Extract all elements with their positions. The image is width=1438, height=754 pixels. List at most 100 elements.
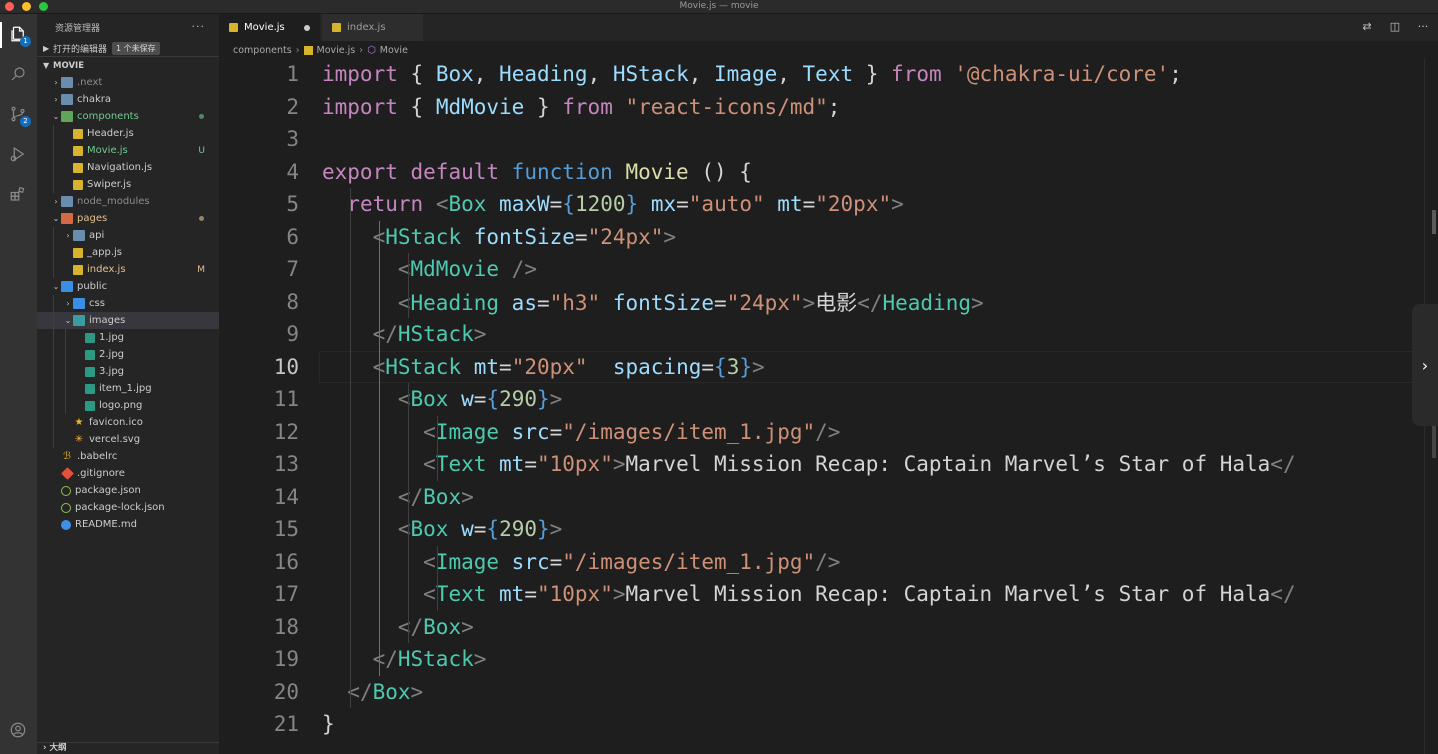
tree-item[interactable]: ⌄ components — [37, 108, 219, 125]
code-line[interactable]: 20 </Box> — [219, 676, 1438, 709]
tree-item[interactable]: Swiper.js — [37, 176, 219, 193]
tree-item[interactable]: ✳ vercel.svg — [37, 431, 219, 448]
code-line[interactable]: 2 import { MdMovie } from "react-icons/md… — [219, 91, 1438, 124]
code-line[interactable]: 14 </Box> — [219, 481, 1438, 514]
breadcrumb-item[interactable]: Movie — [380, 45, 408, 56]
code-line[interactable]: 9 </HStack> — [219, 318, 1438, 351]
explorer-more-button[interactable]: ··· — [192, 20, 206, 33]
code-token: "20px" — [815, 192, 892, 217]
tree-item[interactable]: › node_modules — [37, 193, 219, 210]
code-token: Image — [435, 419, 512, 444]
code-token: = — [524, 582, 537, 607]
code-line[interactable]: 5 return <Box maxW={1200} mx="auto" mt="… — [219, 188, 1438, 221]
code-line[interactable]: 15 <Box w={290}> — [219, 513, 1438, 546]
explorer-icon[interactable]: 1 — [8, 24, 31, 47]
account-icon[interactable] — [8, 720, 28, 740]
tree-item[interactable]: ★ favicon.ico — [37, 414, 219, 431]
tree-item[interactable]: package-lock.json — [37, 499, 219, 516]
code-line[interactable]: 8 <Heading as="h3" fontSize="24px">电影</H… — [219, 286, 1438, 319]
tree-item[interactable]: index.js M — [37, 261, 219, 278]
tab-index-js[interactable]: index.js — [322, 14, 424, 41]
code-line[interactable]: 17 <Text mt="10px">Marvel Mission Recap:… — [219, 578, 1438, 611]
code-line[interactable]: 10 <HStack mt="20px" spacing={3}> — [219, 350, 1438, 384]
indent-guide — [350, 188, 351, 708]
unsaved-dot-icon[interactable] — [304, 25, 310, 31]
image-file-icon — [85, 400, 95, 411]
tree-item[interactable]: ⌄ images — [37, 312, 219, 329]
line-number: 7 — [286, 257, 299, 282]
code-token: Heading — [499, 62, 588, 87]
code-editor[interactable]: 1 import { Box, Heading, HStack, Image, T… — [219, 58, 1438, 754]
tree-item-label: README.md — [75, 519, 138, 530]
tree-item[interactable]: ⌄ pages — [37, 210, 219, 227]
js-file-icon — [332, 23, 341, 32]
code-token: = — [549, 549, 563, 574]
code-token: Box — [435, 62, 474, 87]
line-number: 20 — [273, 679, 299, 704]
breadcrumb-item[interactable]: components — [233, 45, 292, 56]
tree-item[interactable]: › api — [37, 227, 219, 244]
tree-item[interactable]: › css — [37, 295, 219, 312]
open-editors-section[interactable]: ▶ 打开的编辑器 1 个未保存 — [37, 40, 219, 57]
code-line[interactable]: 16 <Image src="/images/item_1.jpg"/> — [219, 546, 1438, 579]
outline-section[interactable]: › 大纲 — [37, 742, 219, 754]
image-file-icon — [85, 349, 95, 360]
code-line[interactable]: 11 <Box w={290}> — [219, 383, 1438, 416]
tab-movie-js[interactable]: Movie.js — [219, 14, 321, 41]
tree-item[interactable]: Movie.js U — [37, 142, 219, 159]
tree-item[interactable]: .gitignore — [37, 465, 219, 482]
code-token: Image — [435, 549, 512, 574]
tree-item-label: Navigation.js — [87, 162, 153, 173]
compare-changes-icon[interactable]: ⇄ — [1360, 20, 1374, 33]
code-token: mx — [650, 192, 677, 217]
run-debug-icon[interactable] — [8, 144, 28, 164]
code-line[interactable]: 19 </HStack> — [219, 643, 1438, 676]
code-token: < — [435, 192, 449, 217]
code-token: spacing — [612, 354, 702, 379]
source-control-icon[interactable]: 2 — [8, 104, 31, 127]
line-number: 17 — [273, 582, 299, 607]
tree-item[interactable]: Navigation.js — [37, 159, 219, 176]
tree-item[interactable]: Header.js — [37, 125, 219, 142]
code-token: from — [891, 62, 955, 87]
more-actions-icon[interactable]: ··· — [1416, 20, 1430, 33]
breadcrumb-item[interactable]: Movie.js — [317, 45, 356, 56]
code-text: <HStack mt="20px" spacing={3}> — [322, 355, 765, 379]
code-text: </Box> — [322, 485, 474, 509]
tree-item[interactable]: ⌄ public — [37, 278, 219, 295]
folder-icon — [73, 230, 85, 241]
code-token: export — [322, 159, 411, 184]
code-line[interactable]: 7 <MdMovie /> — [219, 253, 1438, 286]
tree-item[interactable]: › .next — [37, 74, 219, 91]
chevron-right-icon[interactable]: › — [1412, 304, 1438, 426]
code-line[interactable]: 18 </Box> — [219, 611, 1438, 644]
explorer-badge: 1 — [20, 36, 31, 47]
tree-item[interactable]: ℬ .babelrc — [37, 448, 219, 465]
code-line[interactable]: 21} — [219, 708, 1438, 741]
code-line[interactable]: 3 — [219, 123, 1438, 156]
code-token: { — [714, 354, 727, 379]
code-line[interactable]: 12 <Image src="/images/item_1.jpg"/> — [219, 416, 1438, 449]
tree-item-label: public — [77, 281, 108, 292]
search-icon[interactable] — [8, 64, 28, 84]
tree-item[interactable]: _app.js — [37, 244, 219, 261]
code-line[interactable]: 6 <HStack fontSize="24px"> — [219, 221, 1438, 254]
file-tree: › .next › chakra ⌄ components Header.js Movie.j… — [37, 74, 219, 533]
split-editor-icon[interactable]: ◫ — [1388, 20, 1402, 33]
code-line[interactable]: 13 <Text mt="10px">Marvel Mission Recap:… — [219, 448, 1438, 481]
project-section[interactable]: ▼ MOVIE — [37, 57, 219, 74]
extensions-icon[interactable] — [8, 184, 28, 204]
code-line[interactable]: 4 export default function Movie () { — [219, 156, 1438, 189]
tree-item[interactable]: package.json — [37, 482, 219, 499]
code-line[interactable]: 1 import { Box, Heading, HStack, Image, T… — [219, 58, 1438, 91]
tree-item[interactable]: › chakra — [37, 91, 219, 108]
code-token: = — [549, 419, 563, 444]
line-number: 8 — [286, 289, 299, 314]
code-text: export default function Movie () { — [322, 160, 752, 184]
js-file-icon — [229, 23, 238, 32]
tree-item[interactable]: README.md — [37, 516, 219, 533]
